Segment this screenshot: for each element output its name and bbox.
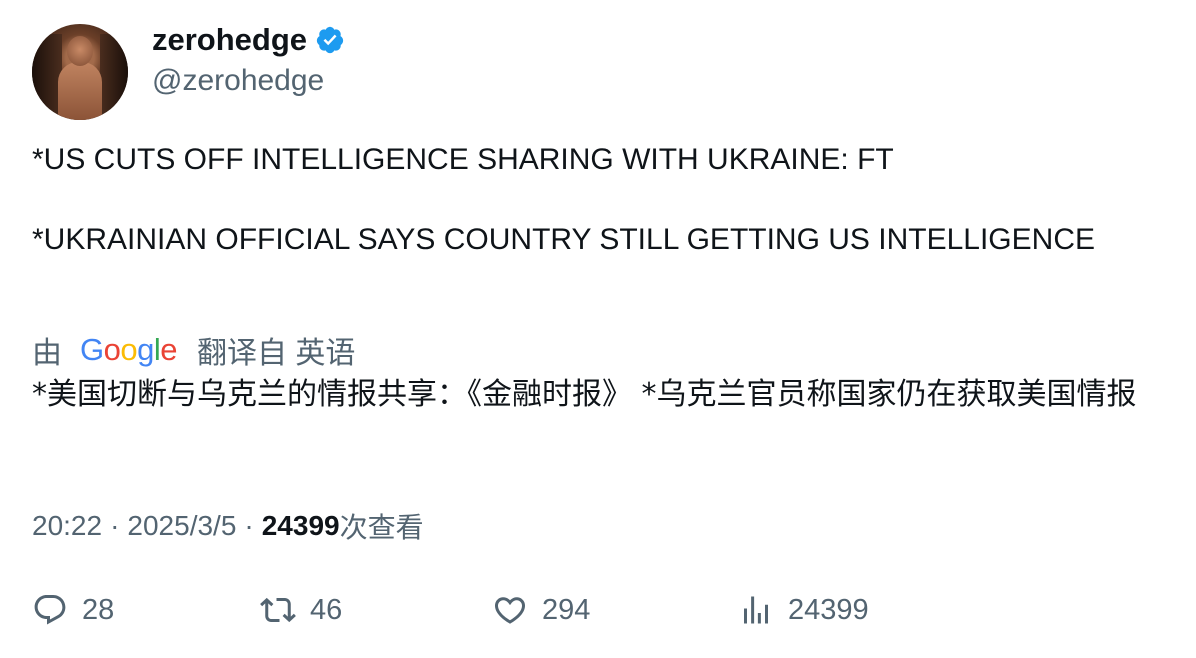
tweet-line-2: *UKRAINIAN OFFICIAL SAYS COUNTRY STILL G…	[32, 223, 1095, 256]
tweet-line-1: *US CUTS OFF INTELLIGENCE SHARING WITH U…	[32, 143, 894, 176]
avatar-figure-head	[67, 36, 93, 66]
translated-text: *美国切断与乌克兰的情报共享：《金融时报》 *乌克兰官员称国家仍在获取美国情报	[32, 377, 1137, 412]
tweet-meta: 20:22 · 2025/3/5 · 24399 次查看	[32, 506, 424, 546]
avatar[interactable]	[32, 24, 128, 120]
retweet-icon	[260, 597, 296, 623]
translation-attribution: 由 Google 翻译自 英语	[32, 328, 355, 372]
reply-icon	[34, 595, 66, 625]
views-stat-count: 24399	[788, 593, 869, 626]
views-button[interactable]: 24399	[738, 592, 869, 628]
avatar-figure-torso	[58, 62, 102, 120]
retweet-count: 46	[310, 593, 343, 626]
like-button[interactable]: 294	[492, 592, 590, 628]
like-count: 294	[542, 593, 591, 626]
action-bar: 28 46 294 24399	[32, 592, 1172, 632]
meta-separator: ·	[244, 510, 254, 541]
meta-separator: ·	[110, 510, 120, 541]
avatar-background-right	[100, 34, 128, 120]
name-row: zerohedge	[152, 22, 345, 58]
retweet-button[interactable]: 46	[260, 592, 342, 628]
verified-badge-icon[interactable]	[315, 25, 345, 55]
views-count: 24399	[261, 510, 340, 541]
user-handle[interactable]: @zerohedge	[152, 64, 324, 98]
reply-button[interactable]: 28	[32, 592, 114, 628]
heart-icon	[494, 597, 526, 624]
tweet-time[interactable]: 20:22	[32, 510, 102, 542]
tweet-text: *US CUTS OFF INTELLIGENCE SHARING WITH U…	[32, 140, 1152, 260]
tweet-date[interactable]: 2025/3/5	[127, 510, 236, 542]
views-label: 次查看	[339, 512, 424, 543]
display-name[interactable]: zerohedge	[152, 22, 307, 58]
google-logo[interactable]: Google	[80, 332, 178, 368]
translated-from-label[interactable]: 翻译自 英语	[197, 328, 355, 372]
reply-count: 28	[82, 593, 115, 626]
analytics-icon	[744, 596, 768, 624]
translated-by-label: 由	[32, 337, 62, 370]
